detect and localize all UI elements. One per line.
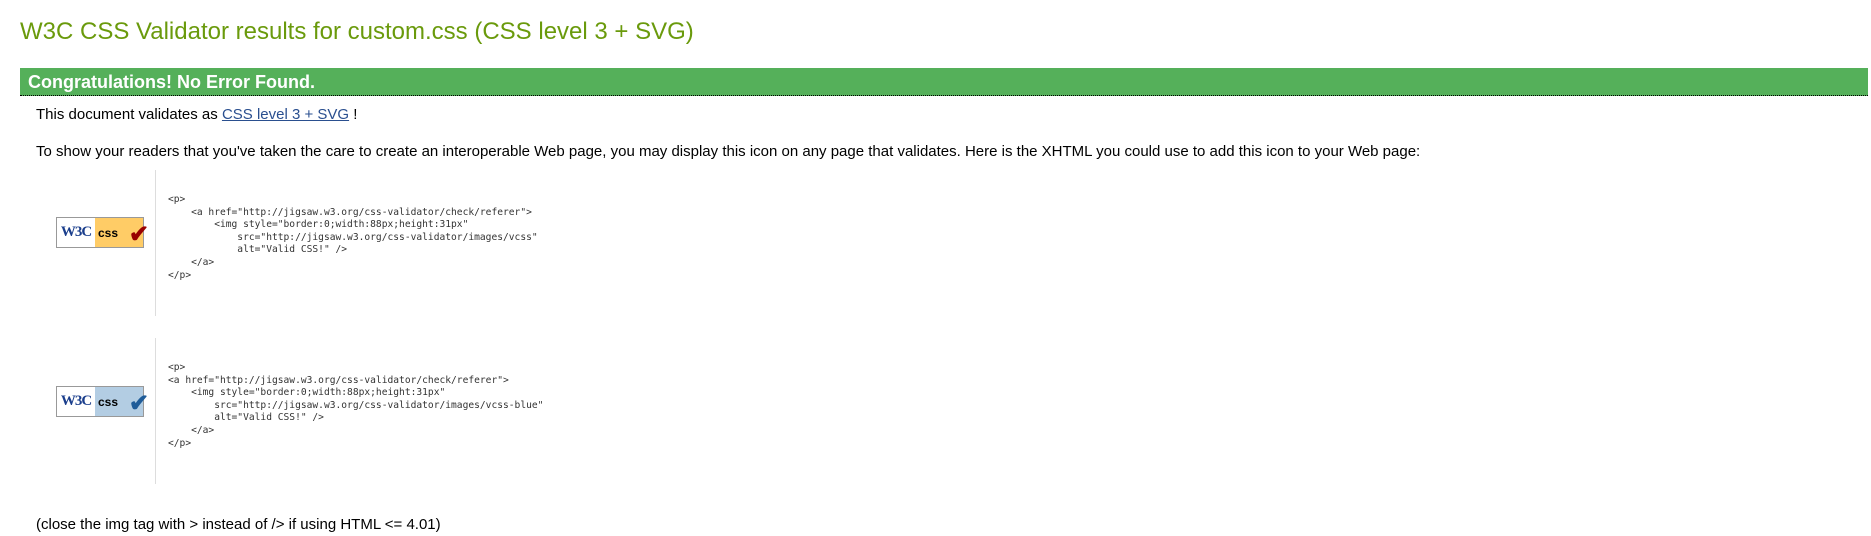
w3c-logo: W3C: [60, 393, 92, 409]
success-banner: Congratulations! No Error Found.: [20, 68, 1868, 96]
footer-note: (close the img tag with > instead of /> …: [36, 516, 441, 533]
validates-suffix: !: [353, 106, 358, 123]
css-profile-link[interactable]: CSS level 3 + SVG: [222, 106, 349, 123]
intro-text: To show your readers that you've taken t…: [36, 143, 1421, 160]
validates-text: This document validates as CSS level 3 +…: [36, 106, 357, 123]
divider: [155, 170, 156, 316]
divider: [155, 338, 156, 484]
validates-prefix: This document validates as: [36, 106, 218, 123]
css-label: css: [98, 394, 119, 409]
valid-css-badge-blue[interactable]: W3C css ✔: [56, 386, 149, 417]
code-snippet-gold: <p> <a href="http://jigsaw.w3.org/css-va…: [168, 194, 538, 281]
code-snippet-blue: <p> <a href="http://jigsaw.w3.org/css-va…: [168, 362, 544, 449]
w3c-logo: W3C: [60, 224, 92, 240]
valid-css-badge-gold[interactable]: W3C css ✔: [56, 217, 149, 248]
checkmark-icon: ✔: [128, 390, 149, 417]
css-label: css: [98, 225, 119, 240]
page-title: W3C CSS Validator results for custom.css…: [20, 18, 694, 45]
success-message: Congratulations! No Error Found.: [28, 72, 315, 92]
checkmark-icon: ✔: [128, 221, 149, 248]
